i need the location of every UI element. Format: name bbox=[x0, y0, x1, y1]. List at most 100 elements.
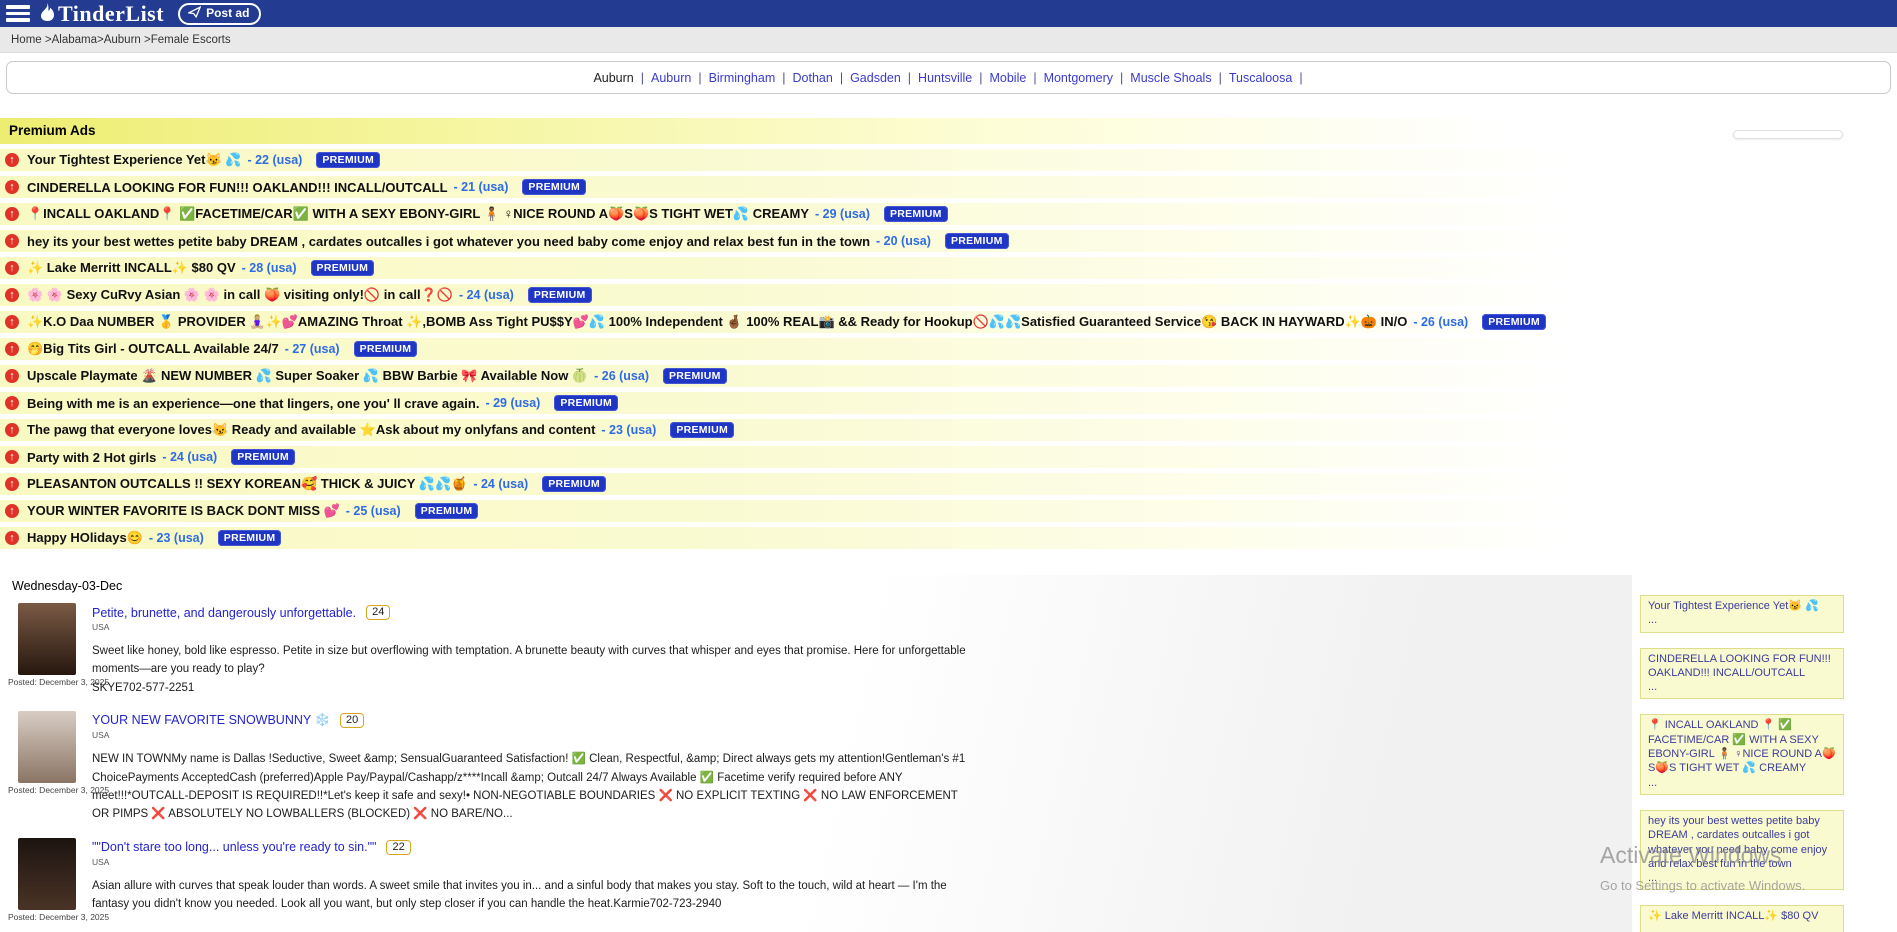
premium-badge: PREMIUM bbox=[522, 179, 586, 195]
listing-posted-date: Posted: December 3, 2025 bbox=[8, 677, 92, 687]
premium-ad-age: - 24 (usa) bbox=[473, 477, 528, 491]
premium-ad-row[interactable]: ↑ hey its your best wettes petite baby D… bbox=[0, 230, 1632, 252]
up-arrow-icon: ↑ bbox=[5, 261, 19, 275]
sidebar-ad-box[interactable]: Your Tightest Experience Yet😼 💦 ... bbox=[1640, 595, 1844, 633]
sidebar-ad-text: Your Tightest Experience Yet😼 💦 bbox=[1648, 600, 1819, 612]
city-nav-link[interactable]: Muscle Shoals bbox=[1130, 71, 1211, 85]
listing-item: Posted: December 3, 2025 YOUR NEW FAVORI… bbox=[0, 711, 1632, 824]
menu-icon[interactable] bbox=[6, 5, 30, 22]
premium-badge: PREMIUM bbox=[542, 476, 606, 492]
up-arrow-icon: ↑ bbox=[5, 504, 19, 518]
listing-age-badge: 20 bbox=[340, 713, 364, 728]
premium-ad-row[interactable]: ↑ PLEASANTON OUTCALLS !! SEXY KOREAN🥰 TH… bbox=[0, 473, 1632, 495]
premium-ad-title[interactable]: CINDERELLA LOOKING FOR FUN!!! OAKLAND!!!… bbox=[27, 180, 448, 195]
listing-title-link[interactable]: ""Don't stare too long... unless you're … bbox=[92, 840, 376, 854]
listing-title-link[interactable]: Petite, brunette, and dangerously unforg… bbox=[92, 606, 356, 620]
premium-ad-row[interactable]: ↑ Upscale Playmate 🌋 NEW NUMBER 💦 Super … bbox=[0, 365, 1632, 387]
listing-description: NEW IN TOWNMy name is Dallas !Seductive,… bbox=[92, 750, 974, 824]
premium-ad-row[interactable]: ↑ ✨ Lake Merritt INCALL✨ $80 QV - 28 (us… bbox=[0, 257, 1632, 279]
up-arrow-icon: ↑ bbox=[5, 531, 19, 545]
premium-ad-title[interactable]: 🤭Big Tits Girl - OUTCALL Available 24/7 bbox=[27, 341, 279, 357]
premium-ad-row[interactable]: ↑ CINDERELLA LOOKING FOR FUN!!! OAKLAND!… bbox=[0, 176, 1632, 198]
premium-ad-age: - 24 (usa) bbox=[162, 450, 217, 464]
sidebar-ad-ellipsis: ... bbox=[1648, 680, 1836, 694]
premium-badge: PREMIUM bbox=[670, 422, 734, 438]
premium-ad-age: - 25 (usa) bbox=[346, 504, 401, 518]
listing-thumbnail[interactable] bbox=[18, 603, 76, 675]
premium-ad-row[interactable]: ↑ Being with me is an experience—one tha… bbox=[0, 392, 1632, 414]
horizontal-scrollbar[interactable] bbox=[1733, 130, 1843, 139]
city-nav-link[interactable]: Huntsville bbox=[918, 71, 972, 85]
premium-ad-row[interactable]: ↑ 🌸 🌸 Sexy CuRvy Asian 🌸 🌸 in call 🍑 vis… bbox=[0, 284, 1632, 306]
city-nav-link[interactable]: Auburn bbox=[651, 71, 691, 85]
breadcrumb-separator: > bbox=[141, 34, 151, 46]
up-arrow-icon: ↑ bbox=[5, 423, 19, 437]
breadcrumb-link[interactable]: Female Escorts bbox=[151, 34, 231, 46]
city-nav-link[interactable]: Mobile bbox=[989, 71, 1026, 85]
listing-country: USA bbox=[92, 730, 974, 740]
premium-ad-title[interactable]: Happy HOlidays😊 bbox=[27, 530, 143, 546]
up-arrow-icon: ↑ bbox=[5, 315, 19, 329]
listing-item: Posted: December 3, 2025 ""Don't stare t… bbox=[0, 838, 1632, 922]
city-nav-link[interactable]: Auburn bbox=[593, 71, 633, 85]
premium-ad-title[interactable]: The pawg that everyone loves😼 Ready and … bbox=[27, 422, 595, 438]
listing-description: Sweet like honey, bold like espresso. Pe… bbox=[92, 642, 974, 697]
breadcrumb-link[interactable]: Alabama bbox=[52, 34, 97, 46]
premium-ad-row[interactable]: ↑ Your Tightest Experience Yet😼 💦 - 22 (… bbox=[0, 149, 1632, 171]
city-nav-separator: | bbox=[782, 71, 785, 85]
premium-ad-title[interactable]: Upscale Playmate 🌋 NEW NUMBER 💦 Super So… bbox=[27, 368, 588, 384]
premium-ad-title[interactable]: ✨K.O Daa NUMBER 🥇 PROVIDER 🧘🏼‍♀️✨💕AMAZIN… bbox=[27, 314, 1407, 330]
listing-body: Petite, brunette, and dangerously unforg… bbox=[92, 603, 974, 697]
city-nav-link[interactable]: Tuscaloosa bbox=[1229, 71, 1292, 85]
premium-badge: PREMIUM bbox=[528, 287, 592, 303]
premium-ad-row[interactable]: ↑ 📍INCALL OAKLAND📍 ✅FACETIME/CAR✅ WITH A… bbox=[0, 203, 1632, 225]
premium-ad-age: - 23 (usa) bbox=[149, 531, 204, 545]
premium-ad-title[interactable]: YOUR WINTER FAVORITE IS BACK DONT MISS 💕 bbox=[27, 503, 340, 519]
premium-ad-age: - 29 (usa) bbox=[485, 396, 540, 410]
premium-ad-row[interactable]: ↑ Happy HOlidays😊 - 23 (usa) PREMIUM bbox=[0, 527, 1632, 549]
breadcrumb-link[interactable]: Home bbox=[11, 34, 42, 46]
premium-ad-age: - 23 (usa) bbox=[601, 423, 656, 437]
up-arrow-icon: ↑ bbox=[5, 342, 19, 356]
premium-ad-row[interactable]: ↑ ✨K.O Daa NUMBER 🥇 PROVIDER 🧘🏼‍♀️✨💕AMAZ… bbox=[0, 311, 1632, 333]
listing-thumbnail[interactable] bbox=[18, 838, 76, 910]
city-nav-link[interactable]: Birmingham bbox=[709, 71, 776, 85]
premium-ad-title[interactable]: Party with 2 Hot girls bbox=[27, 450, 156, 465]
premium-ad-row[interactable]: ↑ YOUR WINTER FAVORITE IS BACK DONT MISS… bbox=[0, 500, 1632, 522]
city-nav-separator: | bbox=[1033, 71, 1036, 85]
premium-ad-age: - 27 (usa) bbox=[285, 342, 340, 356]
breadcrumb-link[interactable]: Auburn bbox=[104, 34, 141, 46]
sidebar-ad-box[interactable]: CINDERELLA LOOKING FOR FUN!!! OAKLAND!!!… bbox=[1640, 648, 1844, 700]
premium-ad-age: - 22 (usa) bbox=[247, 153, 302, 167]
premium-ad-age: - 20 (usa) bbox=[876, 234, 931, 248]
city-nav-separator: | bbox=[1299, 71, 1302, 85]
listing-left-column: Posted: December 3, 2025 bbox=[0, 711, 92, 824]
premium-ads-header: Premium Ads bbox=[0, 118, 1632, 144]
city-nav-link[interactable]: Dothan bbox=[793, 71, 833, 85]
city-nav-separator: | bbox=[908, 71, 911, 85]
site-logo[interactable]: TinderList bbox=[40, 1, 164, 27]
premium-ad-title[interactable]: Being with me is an experience—one that … bbox=[27, 396, 479, 411]
city-nav-separator: | bbox=[979, 71, 982, 85]
premium-ad-row[interactable]: ↑ 🤭Big Tits Girl - OUTCALL Available 24/… bbox=[0, 338, 1632, 360]
post-ad-button[interactable]: Post ad bbox=[178, 3, 261, 25]
premium-ad-title[interactable]: hey its your best wettes petite baby DRE… bbox=[27, 234, 870, 249]
city-nav-separator: | bbox=[1219, 71, 1222, 85]
premium-ad-row[interactable]: ↑ The pawg that everyone loves😼 Ready an… bbox=[0, 419, 1632, 441]
premium-ad-title[interactable]: Your Tightest Experience Yet😼 💦 bbox=[27, 152, 241, 168]
listing-body: ""Don't stare too long... unless you're … bbox=[92, 838, 974, 922]
sidebar-ad-box[interactable]: 📍 INCALL OAKLAND 📍 ✅ FACETIME/CAR ✅ WITH… bbox=[1640, 714, 1844, 794]
premium-ad-title[interactable]: ✨ Lake Merritt INCALL✨ $80 QV bbox=[27, 260, 236, 276]
premium-ad-title[interactable]: 📍INCALL OAKLAND📍 ✅FACETIME/CAR✅ WITH A S… bbox=[27, 206, 809, 222]
listing-title-link[interactable]: YOUR NEW FAVORITE SNOWBUNNY ❄️ bbox=[92, 713, 330, 728]
premium-ad-title[interactable]: 🌸 🌸 Sexy CuRvy Asian 🌸 🌸 in call 🍑 visit… bbox=[27, 287, 453, 303]
sidebar-ad-box[interactable]: hey its your best wettes petite baby DRE… bbox=[1640, 810, 1844, 890]
city-nav-link[interactable]: Gadsden bbox=[850, 71, 901, 85]
premium-badge: PREMIUM bbox=[554, 395, 618, 411]
city-nav-link[interactable]: Montgomery bbox=[1044, 71, 1113, 85]
premium-ad-row[interactable]: ↑ Party with 2 Hot girls - 24 (usa) PREM… bbox=[0, 446, 1632, 468]
listing-thumbnail[interactable] bbox=[18, 711, 76, 783]
premium-ad-title[interactable]: PLEASANTON OUTCALLS !! SEXY KOREAN🥰 THIC… bbox=[27, 476, 467, 492]
sidebar-ad-text: hey its your best wettes petite baby DRE… bbox=[1648, 815, 1827, 870]
sidebar-ad-box[interactable]: ✨ Lake Merritt INCALL✨ $80 QV ... bbox=[1640, 905, 1844, 932]
